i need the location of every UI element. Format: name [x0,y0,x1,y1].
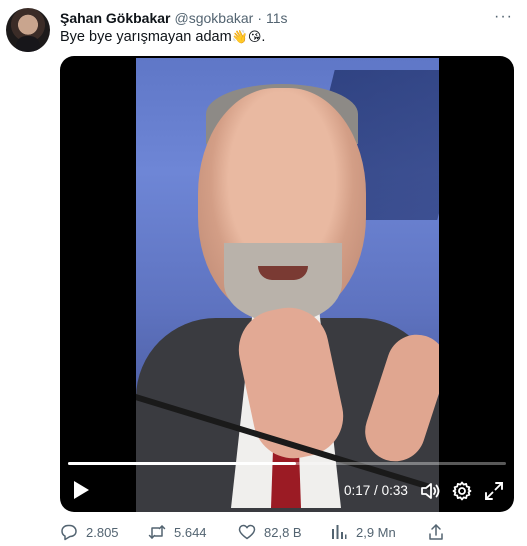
video-progress-bar[interactable] [68,462,506,465]
more-options-button[interactable]: ··· [494,8,513,26]
volume-button[interactable] [419,480,441,502]
like-button[interactable]: 82,8 B [238,522,302,542]
volume-icon [421,483,440,499]
waving-hand-icon: 👋 [231,30,248,45]
heart-icon [238,524,256,540]
reply-button[interactable]: 2.805 [60,522,119,542]
tweet-header: Şahan Gökbakar @sgokbakar · 11s [60,8,288,28]
play-button[interactable] [70,478,92,502]
video-progress-fill [68,462,296,465]
ellipsis-icon: ··· [494,8,513,25]
reply-icon [61,524,77,541]
tweet-text: Bye bye yarışmayan adam👋😘. [60,28,265,47]
video-player[interactable]: 0:17 / 0:33 [60,56,514,512]
gear-icon [452,481,472,501]
tweet[interactable]: Şahan Gökbakar @sgokbakar · 11s ··· Bye … [0,0,527,546]
tweet-text-body: Bye bye yarışmayan adam [60,29,232,45]
current-time: 0:17 [344,483,371,498]
time-separator: / [374,483,378,498]
views-chart-icon [332,525,347,539]
face-blowing-kiss-icon: 😘 [247,30,262,45]
view-count: 2,9 Mn [356,524,396,540]
like-count: 82,8 B [264,524,302,540]
reply-count: 2.805 [86,524,119,540]
avatar[interactable] [6,8,50,52]
settings-button[interactable] [451,480,473,502]
tweet-timestamp[interactable]: 11s [266,10,288,26]
fullscreen-icon [485,482,503,500]
author-name[interactable]: Şahan Gökbakar [60,10,171,26]
video-frame[interactable] [136,58,439,512]
share-icon [429,524,443,540]
share-button[interactable] [427,522,453,542]
retweet-icon [148,525,166,539]
retweet-button[interactable]: 5.644 [148,522,207,542]
fullscreen-button[interactable] [483,480,505,502]
video-timecode: 0:17 / 0:33 [344,483,408,498]
header-separator: · [257,10,262,26]
retweet-count: 5.644 [174,524,207,540]
tweet-actions: 2.805 5.644 82,8 B 2,9 Mn [60,522,514,542]
play-icon [74,481,89,499]
duration: 0:33 [381,483,408,498]
views-button[interactable]: 2,9 Mn [330,522,396,542]
author-handle[interactable]: @sgokbakar [175,10,254,26]
tweet-text-end: . [261,29,266,45]
